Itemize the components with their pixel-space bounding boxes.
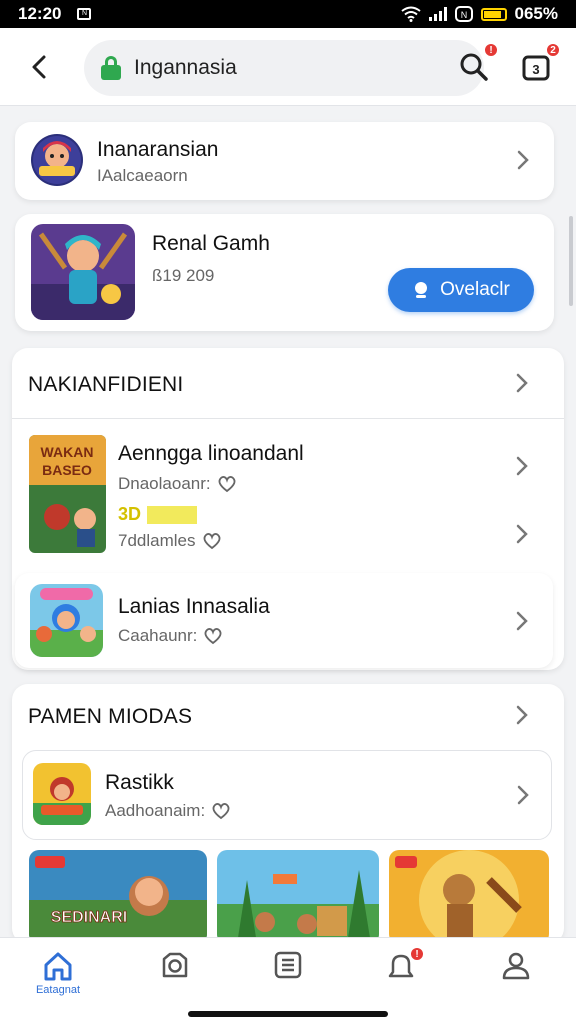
publisher-handle: IAalcaeaorn: [97, 166, 188, 185]
search-icon: [460, 53, 488, 81]
chevron-right-icon: [514, 455, 530, 477]
svg-text:BASEO: BASEO: [42, 462, 92, 478]
list-item-meta: Dnaolaoanr:: [118, 474, 237, 494]
list-item-meta-2: 7ddlamles: [118, 531, 222, 551]
publisher-avatar: [31, 134, 83, 186]
svg-text:WAKAN: WAKAN: [41, 444, 94, 460]
chevron-right-icon: [514, 523, 530, 545]
publisher-name: Inanaransian: [97, 138, 219, 161]
status-time: 12:20: [18, 4, 62, 23]
signal-icon: [428, 7, 447, 21]
nav-home[interactable]: Eatagnat: [28, 950, 88, 1010]
list-item[interactable]: Lanias Innasalia Caahaunr:: [15, 573, 553, 668]
tabs-button[interactable]: 3 2: [517, 42, 561, 86]
scrollbar-thumb[interactable]: [569, 216, 573, 306]
list-item-thumbnail: [30, 584, 103, 657]
list-item-name: Rastikk: [105, 771, 174, 794]
tabs-icon: 3: [522, 55, 550, 81]
user-icon: [502, 952, 530, 980]
nav-discover[interactable]: [145, 950, 205, 1010]
section-2-chevron-right-icon[interactable]: [514, 704, 530, 726]
list-item[interactable]: WAKAN BASEO Aenngga linoandanl Dnaolaoanr…: [12, 420, 564, 570]
lock-icon: [100, 55, 122, 81]
chevron-right-icon: [514, 610, 530, 632]
nav-notifications[interactable]: !: [371, 946, 431, 1010]
section-1-chevron-right-icon[interactable]: [514, 372, 530, 394]
nav-profile[interactable]: [486, 950, 546, 1010]
list-item-meta-text: Aadhoanaim:: [105, 801, 206, 820]
banner-thumbnail[interactable]: [217, 850, 379, 944]
section-2-panel: PAMEN MIODAS Rastikk Aadhoanaim: SEDINAR…: [12, 684, 564, 944]
list-item-meta-text: Dnaolaoanr:: [118, 474, 211, 493]
install-label: Ovelaclr: [440, 279, 510, 300]
battery-icon: [480, 7, 507, 21]
nfc-icon: N: [454, 6, 473, 22]
list-item-name: Aenngga linoandanl: [118, 442, 304, 465]
heart-icon: [203, 533, 220, 550]
battery-percent: 065%: [514, 4, 558, 23]
featured-game-thumbnail: [31, 224, 135, 320]
list-item-thumbnail: WAKAN BASEO: [29, 435, 106, 553]
svg-text:N: N: [460, 10, 467, 20]
svg-text:3: 3: [532, 62, 539, 77]
banner-thumbnail[interactable]: [389, 850, 549, 944]
list-item-thumbnail: [33, 763, 91, 825]
svg-text:SEDINARI: SEDINARI: [51, 909, 127, 926]
back-button[interactable]: [22, 48, 56, 86]
section-1-divider: [12, 418, 564, 419]
notification-n-icon: N: [77, 8, 92, 20]
camera-icon: [162, 952, 188, 978]
install-button[interactable]: Ovelaclr: [388, 268, 534, 312]
address-text: Ingannasia: [134, 56, 237, 79]
chevron-right-icon: [515, 784, 531, 806]
home-indicator: [188, 1011, 388, 1017]
heart-icon: [212, 803, 230, 820]
list-item-name: Lanias Innasalia: [118, 595, 270, 618]
chevron-right-icon: [515, 149, 531, 171]
list-item-meta: Aadhoanaim:: [105, 801, 231, 821]
status-bar: 12:20 N N 065%: [0, 0, 576, 28]
list-icon: [274, 951, 302, 979]
section-1-title: NAKIANFIDIENI: [28, 373, 184, 396]
section-2-title: PAMEN MIODAS: [28, 705, 193, 728]
heart-icon: [204, 628, 222, 645]
list-item[interactable]: Rastikk Aadhoanaim:: [22, 750, 552, 840]
featured-game-name: Renal Gamh: [152, 232, 270, 255]
highlight-bar: [147, 505, 198, 524]
nav-list[interactable]: [258, 950, 318, 1010]
publisher-card[interactable]: Inanaransian IAalcaeaorn: [15, 122, 554, 200]
list-item-tag-row: 3D: [118, 504, 198, 525]
wifi-icon: [400, 6, 421, 22]
home-icon: [44, 952, 72, 981]
heart-icon: [218, 476, 236, 493]
list-item-meta-text: Caahaunr:: [118, 626, 198, 645]
list-item-meta-2-text: 7ddlamles: [118, 531, 196, 550]
banner-thumbnail[interactable]: SEDINARI: [29, 850, 207, 944]
search-badge: !: [483, 42, 499, 58]
featured-game-meta: ß19 209: [152, 266, 215, 285]
search-button[interactable]: !: [455, 42, 499, 86]
nav-home-label: Eatagnat: [35, 984, 81, 996]
list-item-meta: Caahaunr:: [118, 626, 223, 646]
address-bar[interactable]: Ingannasia: [84, 40, 484, 96]
browser-top-bar: Ingannasia ! 3 2: [0, 28, 576, 106]
chevron-left-icon: [32, 55, 46, 79]
download-icon: [415, 282, 428, 298]
notification-badge: !: [409, 946, 425, 962]
tabs-badge: 2: [545, 42, 561, 58]
3d-badge: 3D: [118, 504, 142, 524]
